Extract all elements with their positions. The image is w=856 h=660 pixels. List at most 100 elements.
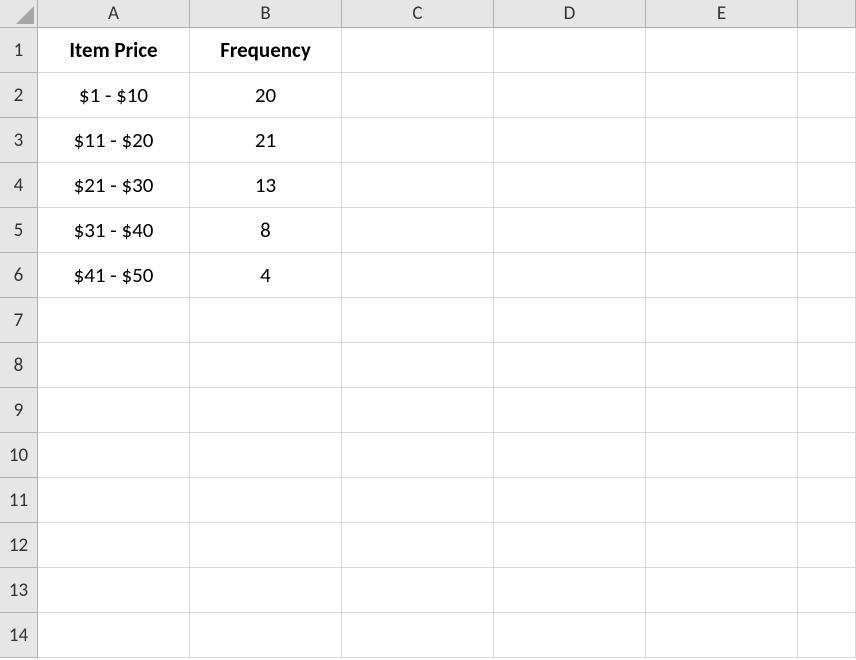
row-header-4[interactable]: 4 [0,163,38,208]
row-header-5[interactable]: 5 [0,208,38,253]
cell-B3[interactable]: 21 [190,118,342,163]
cell-C6[interactable] [342,253,494,298]
cell-E5[interactable] [646,208,798,253]
cell-D10[interactable] [494,433,646,478]
col-header-A[interactable]: A [38,0,190,28]
cell-C1[interactable] [342,28,494,73]
cell-E2[interactable] [646,73,798,118]
cell-C14[interactable] [342,613,494,658]
row-header-14[interactable]: 14 [0,613,38,658]
row-header-7[interactable]: 7 [0,298,38,343]
cell-B2[interactable]: 20 [190,73,342,118]
row-header-6[interactable]: 6 [0,253,38,298]
cell-B13[interactable] [190,568,342,613]
cell-A12[interactable] [38,523,190,568]
row-header-8[interactable]: 8 [0,343,38,388]
cell-C12[interactable] [342,523,494,568]
cell-F11[interactable] [798,478,856,523]
cell-A6[interactable]: $41 - $50 [38,253,190,298]
cell-A8[interactable] [38,343,190,388]
cell-E4[interactable] [646,163,798,208]
row-header-2[interactable]: 2 [0,73,38,118]
cell-B8[interactable] [190,343,342,388]
cell-C7[interactable] [342,298,494,343]
cell-F1[interactable] [798,28,856,73]
cell-A11[interactable] [38,478,190,523]
cell-B11[interactable] [190,478,342,523]
cell-D2[interactable] [494,73,646,118]
cell-D12[interactable] [494,523,646,568]
row-header-11[interactable]: 11 [0,478,38,523]
cell-F13[interactable] [798,568,856,613]
cell-F2[interactable] [798,73,856,118]
row-header-12[interactable]: 12 [0,523,38,568]
cell-D6[interactable] [494,253,646,298]
col-header-D[interactable]: D [494,0,646,28]
cell-C2[interactable] [342,73,494,118]
cell-D1[interactable] [494,28,646,73]
cell-F12[interactable] [798,523,856,568]
cell-A1[interactable]: Item Price [38,28,190,73]
cell-B7[interactable] [190,298,342,343]
cell-A4[interactable]: $21 - $30 [38,163,190,208]
cell-C3[interactable] [342,118,494,163]
cell-F4[interactable] [798,163,856,208]
cell-B12[interactable] [190,523,342,568]
cell-E7[interactable] [646,298,798,343]
cell-E3[interactable] [646,118,798,163]
cell-D5[interactable] [494,208,646,253]
cell-C8[interactable] [342,343,494,388]
cell-F9[interactable] [798,388,856,433]
cell-A14[interactable] [38,613,190,658]
cell-D11[interactable] [494,478,646,523]
cell-B4[interactable]: 13 [190,163,342,208]
cell-C11[interactable] [342,478,494,523]
cell-F5[interactable] [798,208,856,253]
col-header-overflow[interactable] [798,0,856,28]
cell-B6[interactable]: 4 [190,253,342,298]
cell-F10[interactable] [798,433,856,478]
cell-D13[interactable] [494,568,646,613]
cell-B5[interactable]: 8 [190,208,342,253]
cell-F3[interactable] [798,118,856,163]
cell-E1[interactable] [646,28,798,73]
col-header-C[interactable]: C [342,0,494,28]
cell-D8[interactable] [494,343,646,388]
cell-C13[interactable] [342,568,494,613]
cell-F8[interactable] [798,343,856,388]
row-header-1[interactable]: 1 [0,28,38,73]
cell-A3[interactable]: $11 - $20 [38,118,190,163]
col-header-B[interactable]: B [190,0,342,28]
cell-F7[interactable] [798,298,856,343]
cell-A5[interactable]: $31 - $40 [38,208,190,253]
cell-D14[interactable] [494,613,646,658]
cell-B10[interactable] [190,433,342,478]
cell-B9[interactable] [190,388,342,433]
cell-A7[interactable] [38,298,190,343]
cell-E12[interactable] [646,523,798,568]
cell-D4[interactable] [494,163,646,208]
cell-A13[interactable] [38,568,190,613]
cell-E13[interactable] [646,568,798,613]
cell-B1[interactable]: Frequency [190,28,342,73]
row-header-10[interactable]: 10 [0,433,38,478]
col-header-E[interactable]: E [646,0,798,28]
cell-E10[interactable] [646,433,798,478]
cell-D9[interactable] [494,388,646,433]
cell-E11[interactable] [646,478,798,523]
cell-E6[interactable] [646,253,798,298]
cell-E8[interactable] [646,343,798,388]
cell-A9[interactable] [38,388,190,433]
cell-A10[interactable] [38,433,190,478]
cell-C5[interactable] [342,208,494,253]
cell-C9[interactable] [342,388,494,433]
cell-E9[interactable] [646,388,798,433]
row-header-13[interactable]: 13 [0,568,38,613]
cell-F14[interactable] [798,613,856,658]
select-all-corner[interactable] [0,0,38,28]
row-header-9[interactable]: 9 [0,388,38,433]
cell-C10[interactable] [342,433,494,478]
cell-B14[interactable] [190,613,342,658]
cell-D7[interactable] [494,298,646,343]
cell-C4[interactable] [342,163,494,208]
